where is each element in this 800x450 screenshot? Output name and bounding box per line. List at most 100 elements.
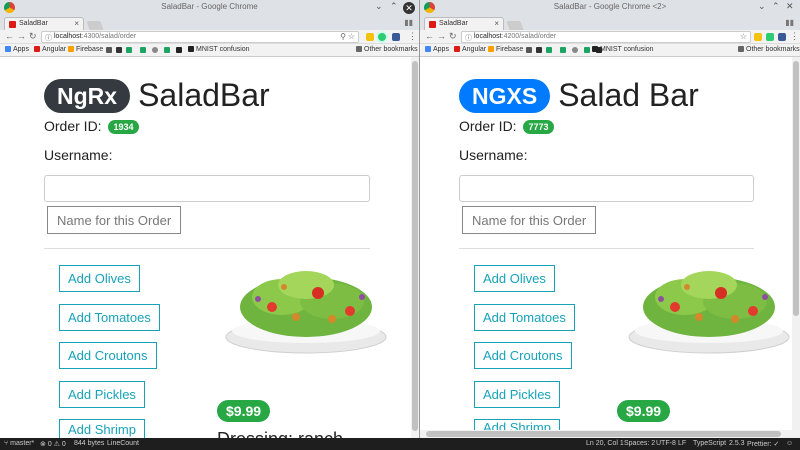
zoom-icon[interactable]: ⚲ bbox=[340, 32, 346, 41]
menu-icon[interactable]: ⋮ bbox=[790, 31, 799, 42]
extension-icon[interactable] bbox=[778, 33, 786, 41]
bookmark-angular[interactable]: Angular bbox=[454, 46, 486, 53]
url-path: :4200/salad/order bbox=[501, 33, 557, 40]
scrollbar-thumb[interactable] bbox=[412, 61, 418, 431]
username-input[interactable] bbox=[44, 175, 370, 202]
menu-icon[interactable]: ⋮ bbox=[408, 31, 417, 42]
url-host: localhost bbox=[54, 33, 82, 40]
back-icon[interactable]: ← bbox=[5, 31, 14, 41]
prettier-status[interactable]: Prettier: ✓ bbox=[747, 440, 779, 448]
extension-active-icon[interactable] bbox=[378, 33, 386, 41]
extension-icon[interactable] bbox=[392, 33, 400, 41]
encoding[interactable]: UTF-8 bbox=[656, 440, 676, 447]
new-tab-button[interactable] bbox=[86, 21, 104, 30]
bookmark-mnist[interactable]: MNIST confusion bbox=[592, 46, 654, 53]
salad-image bbox=[225, 271, 387, 354]
page-header: NgRx SaladBar bbox=[44, 77, 270, 114]
add-croutons-button[interactable]: Add Croutons bbox=[474, 342, 572, 369]
forward-icon[interactable]: → bbox=[17, 31, 26, 41]
tab-title: SaladBar bbox=[439, 20, 468, 27]
minimize-icon[interactable]: ⌄ bbox=[758, 1, 766, 12]
bookmark-firebase[interactable]: Firebase bbox=[488, 46, 523, 53]
browser-tab[interactable]: SaladBar × bbox=[424, 17, 504, 30]
add-shrimp-button[interactable]: Add Shrimp bbox=[59, 419, 145, 438]
info-icon: ⓘ bbox=[465, 35, 472, 42]
add-pickles-button[interactable]: Add Pickles bbox=[474, 381, 560, 408]
google-icon[interactable] bbox=[572, 47, 578, 53]
bookmark-icon[interactable] bbox=[140, 47, 146, 53]
file-size: 844 bytes bbox=[74, 440, 105, 447]
add-olives-button[interactable]: Add Olives bbox=[474, 265, 555, 292]
add-tomatoes-button[interactable]: Add Tomatoes bbox=[474, 304, 575, 331]
add-olives-button[interactable]: Add Olives bbox=[59, 265, 140, 292]
bookmark-star-icon[interactable]: ☆ bbox=[740, 32, 747, 41]
bookmark-icon[interactable] bbox=[546, 47, 552, 53]
bookmark-icon[interactable] bbox=[126, 47, 132, 53]
indentation[interactable]: Spaces: 2 bbox=[624, 440, 655, 447]
add-tomatoes-button[interactable]: Add Tomatoes bbox=[59, 304, 160, 331]
username-input[interactable] bbox=[459, 175, 754, 202]
bookmark-apps[interactable]: Apps bbox=[5, 46, 29, 53]
add-pickles-button[interactable]: Add Pickles bbox=[59, 381, 145, 408]
minimize-icon[interactable]: ⌄ bbox=[375, 1, 383, 12]
address-bar[interactable]: ⓘ localhost:4200/salad/order ☆ bbox=[461, 31, 751, 43]
extension-icon[interactable] bbox=[366, 33, 374, 41]
user-icon[interactable]: ▮▮ bbox=[404, 18, 413, 27]
reload-icon[interactable]: ↻ bbox=[29, 31, 37, 42]
name-order-button[interactable]: Name for this Order bbox=[47, 206, 182, 234]
extension-icon[interactable] bbox=[754, 33, 762, 41]
browser-tab[interactable]: SaladBar × bbox=[4, 17, 84, 30]
scrollbar[interactable] bbox=[411, 57, 419, 438]
line-count[interactable]: LineCount bbox=[107, 440, 139, 447]
name-order-button[interactable]: Name for this Order bbox=[462, 206, 597, 234]
bookmark-icon[interactable] bbox=[164, 47, 170, 53]
back-icon[interactable]: ← bbox=[425, 31, 434, 41]
horizontal-scrollbar[interactable] bbox=[420, 430, 792, 438]
forward-icon[interactable]: → bbox=[437, 31, 446, 41]
cursor-position[interactable]: Ln 20, Col 1 bbox=[586, 440, 624, 447]
bookmark-star-icon[interactable]: ☆ bbox=[348, 32, 355, 41]
extension-icon[interactable] bbox=[766, 33, 774, 41]
language-mode[interactable]: TypeScript bbox=[693, 440, 726, 447]
bookmark-firebase[interactable]: Firebase bbox=[68, 46, 103, 53]
bookmark-icon[interactable] bbox=[526, 47, 532, 53]
bookmark-angular[interactable]: Angular bbox=[34, 46, 66, 53]
git-branch[interactable]: ⑂ master* bbox=[4, 440, 34, 447]
ts-version[interactable]: 2.5.3 bbox=[729, 440, 745, 447]
address-bar[interactable]: ⓘ localhost:4300/salad/order ⚲ ☆ bbox=[41, 31, 359, 43]
new-tab-button[interactable] bbox=[506, 21, 524, 30]
user-icon[interactable]: ▮▮ bbox=[785, 18, 794, 27]
angular-icon bbox=[34, 46, 40, 52]
close-window-button[interactable]: ✕ bbox=[403, 2, 415, 14]
problems-indicator[interactable]: ⊗ 0 ⚠ 0 bbox=[40, 440, 66, 448]
bookmark-mnist[interactable]: MNIST confusion bbox=[188, 46, 250, 53]
bookmark-icon[interactable] bbox=[176, 47, 182, 53]
browser-window-ngxs: SaladBar - Google Chrome <2> ⌄ ⌃ ✕ Salad… bbox=[420, 0, 800, 438]
horizontal-scrollbar-thumb[interactable] bbox=[426, 431, 781, 437]
editor-status-bar: ⑂ master* ⊗ 0 ⚠ 0 844 bytes LineCount Ln… bbox=[0, 438, 800, 450]
google-icon[interactable] bbox=[152, 47, 158, 53]
line-ending[interactable]: LF bbox=[678, 440, 686, 447]
bookmark-icon[interactable] bbox=[560, 47, 566, 53]
bookmark-icon[interactable] bbox=[116, 47, 122, 53]
bookmark-other[interactable]: Other bookmarks bbox=[738, 46, 800, 53]
tab-close-icon[interactable]: × bbox=[74, 19, 79, 28]
tab-close-icon[interactable]: × bbox=[494, 19, 499, 28]
bookmark-other[interactable]: Other bookmarks bbox=[356, 46, 418, 53]
username-label: Username: bbox=[44, 147, 113, 163]
bookmark-apps[interactable]: Apps bbox=[425, 46, 449, 53]
scrollbar-thumb[interactable] bbox=[793, 61, 799, 316]
bookmark-icon[interactable] bbox=[584, 47, 590, 53]
page-title: SaladBar bbox=[138, 77, 270, 113]
reload-icon[interactable]: ↻ bbox=[449, 31, 457, 42]
bookmark-icon[interactable] bbox=[536, 47, 542, 53]
maximize-icon[interactable]: ⌃ bbox=[772, 1, 780, 12]
mnist-icon bbox=[592, 46, 598, 52]
firebase-icon bbox=[488, 46, 494, 52]
close-icon[interactable]: ✕ bbox=[786, 1, 794, 12]
maximize-icon[interactable]: ⌃ bbox=[390, 1, 398, 12]
scrollbar[interactable] bbox=[792, 57, 800, 438]
bookmark-icon[interactable] bbox=[106, 47, 112, 53]
smiley-icon[interactable]: ☺ bbox=[786, 440, 793, 447]
add-croutons-button[interactable]: Add Croutons bbox=[59, 342, 157, 369]
